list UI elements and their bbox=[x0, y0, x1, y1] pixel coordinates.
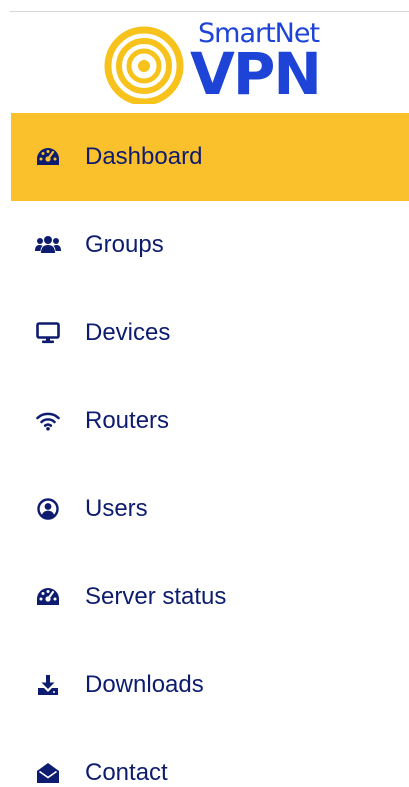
sidebar-item-dashboard[interactable]: Dashboard bbox=[11, 113, 409, 201]
download-icon bbox=[35, 672, 61, 698]
sidebar-item-label: Server status bbox=[85, 583, 227, 610]
sidebar-item-server-status[interactable]: Server status bbox=[11, 553, 409, 641]
sidebar-item-label: Users bbox=[85, 495, 148, 522]
sidebar-item-routers[interactable]: Routers bbox=[11, 377, 409, 465]
sidebar-item-downloads[interactable]: Downloads bbox=[11, 641, 409, 729]
envelope-open-icon bbox=[35, 760, 61, 786]
wifi-icon bbox=[35, 408, 61, 434]
sidebar-item-users[interactable]: Users bbox=[11, 465, 409, 553]
sidebar: SmartNet VPN Dashboard Groups Devices Ro… bbox=[0, 0, 409, 787]
sidebar-item-label: Downloads bbox=[85, 671, 204, 698]
sidebar-item-label: Groups bbox=[85, 231, 164, 258]
sidebar-item-label: Dashboard bbox=[85, 143, 203, 170]
server-status-gauge-icon bbox=[35, 584, 61, 610]
sidebar-item-contact[interactable]: Contact bbox=[11, 729, 409, 787]
monitor-icon bbox=[35, 320, 61, 346]
sidebar-item-label: Routers bbox=[85, 407, 170, 434]
users-group-icon bbox=[35, 232, 61, 258]
smartnet-vpn-logo[interactable]: SmartNet VPN bbox=[96, 18, 366, 104]
dashboard-gauge-icon bbox=[35, 144, 61, 170]
user-circle-icon bbox=[35, 496, 61, 522]
sidebar-item-label: Devices bbox=[85, 319, 171, 346]
signal-rings-icon bbox=[104, 26, 184, 104]
sidebar-nav: Dashboard Groups Devices Routers Users S… bbox=[0, 113, 409, 787]
sidebar-item-label: Contact bbox=[85, 759, 168, 786]
sidebar-item-devices[interactable]: Devices bbox=[11, 289, 409, 377]
top-divider bbox=[10, 11, 409, 12]
sidebar-item-groups[interactable]: Groups bbox=[11, 201, 409, 289]
logo-text-vpn: VPN bbox=[190, 40, 322, 108]
